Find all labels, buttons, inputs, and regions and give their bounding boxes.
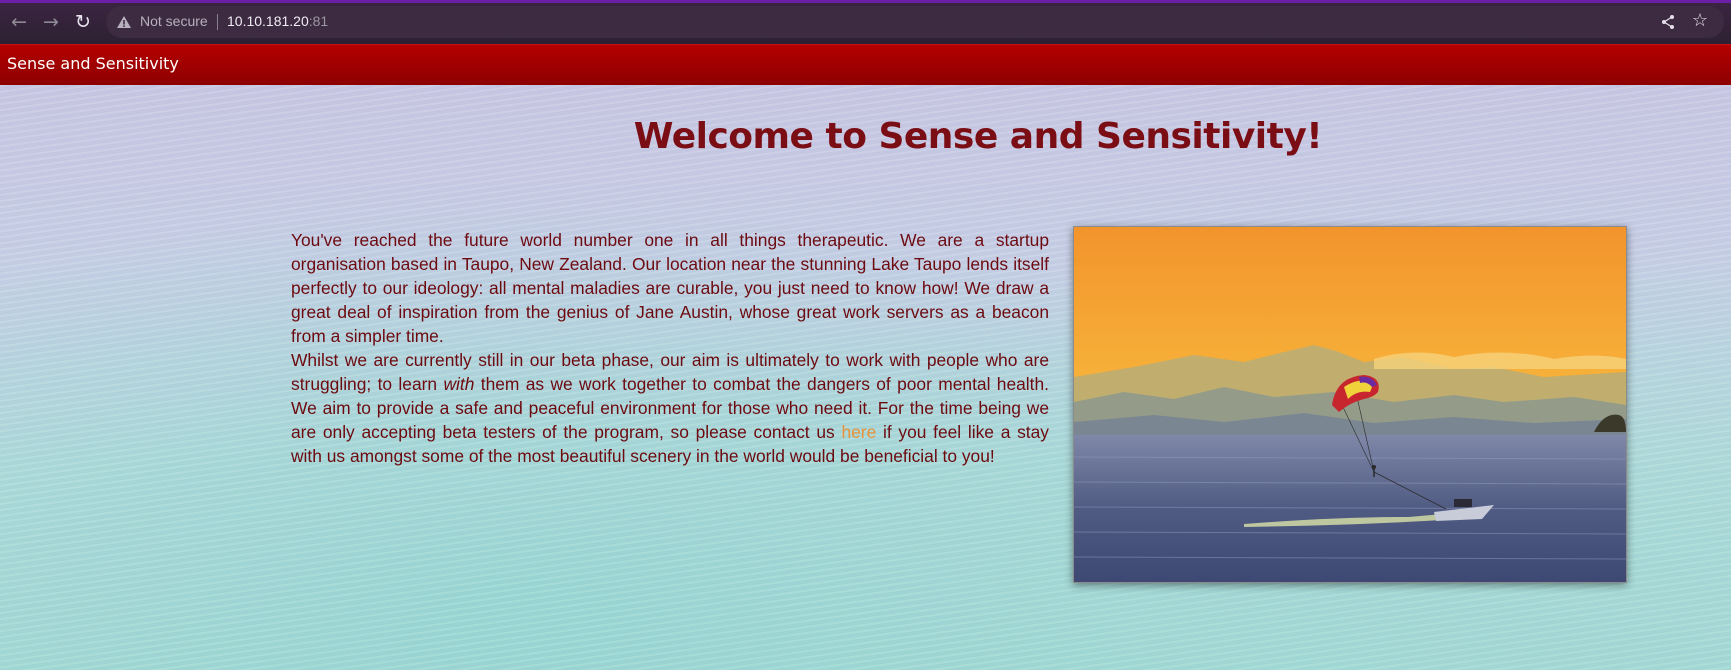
- share-icon[interactable]: [1660, 14, 1676, 30]
- paragraph-one: You've reached the future world number o…: [291, 230, 1049, 346]
- url-host: 10.10.181.20: [227, 13, 309, 29]
- paragraph-two: Whilst we are currently still in our bet…: [291, 348, 1049, 468]
- lake-parasail-photo: [1073, 226, 1627, 583]
- security-label[interactable]: Not secure: [140, 13, 208, 29]
- divider: [217, 14, 218, 30]
- browser-toolbar: ← → ↻ Not secure 10.10.181.20:81 ☆: [0, 0, 1731, 44]
- forward-arrow-icon[interactable]: →: [40, 11, 62, 33]
- page-title: Welcome to Sense and Sensitivity!: [633, 116, 1323, 157]
- warning-icon: [117, 16, 131, 28]
- site-header: Sense and Sensitivity: [0, 44, 1731, 85]
- reload-icon[interactable]: ↻: [72, 11, 94, 33]
- url-port: :81: [308, 13, 329, 29]
- intro-text: You've reached the future world number o…: [291, 228, 1049, 468]
- back-arrow-icon[interactable]: ←: [8, 11, 30, 33]
- page-body: Welcome to Sense and Sensitivity! You've…: [0, 85, 1731, 670]
- site-brand[interactable]: Sense and Sensitivity: [7, 54, 179, 73]
- lake-photo-illustration: [1074, 227, 1626, 582]
- address-bar[interactable]: Not secure 10.10.181.20:81 ☆: [106, 6, 1724, 38]
- url-text[interactable]: 10.10.181.20:81: [227, 13, 328, 29]
- contact-link[interactable]: here: [841, 422, 876, 442]
- star-icon[interactable]: ☆: [1692, 11, 1708, 31]
- emphasis-with: with: [443, 374, 475, 394]
